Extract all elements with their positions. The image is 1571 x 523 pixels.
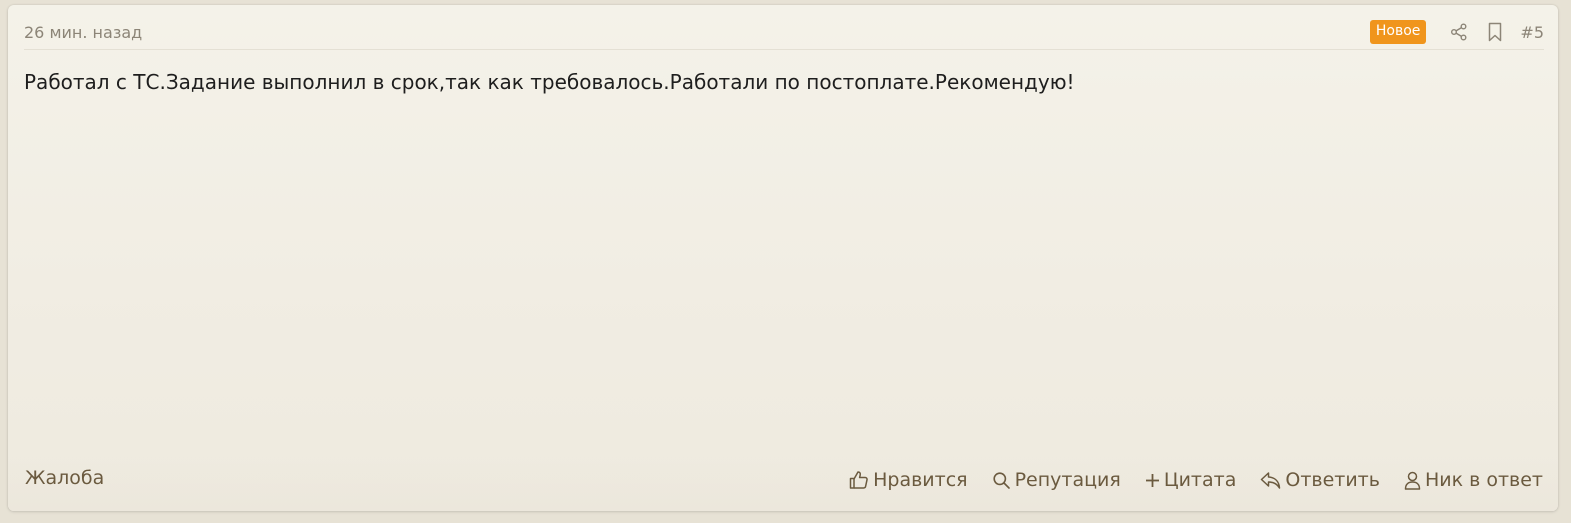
mention-nick-button[interactable]: Ник в ответ xyxy=(1404,469,1543,491)
forum-post: 26 мин. назад Новое #5 Работал с ТС.Зада… xyxy=(8,5,1558,511)
bookmark-icon[interactable] xyxy=(1484,21,1506,43)
reply-icon xyxy=(1260,471,1281,490)
search-icon xyxy=(992,471,1011,490)
thumbs-up-icon xyxy=(849,470,869,490)
reputation-button[interactable]: Репутация xyxy=(992,469,1121,491)
user-icon xyxy=(1404,471,1421,490)
plus-icon xyxy=(1145,473,1160,488)
post-body: Работал с ТС.Задание выполнил в срок,так… xyxy=(24,70,1075,94)
like-button[interactable]: Нравится xyxy=(849,469,968,491)
post-number-link[interactable]: #5 xyxy=(1520,23,1544,42)
quote-button[interactable]: Цитата xyxy=(1145,469,1237,491)
quote-label: Цитата xyxy=(1163,469,1237,491)
like-label: Нравится xyxy=(873,469,968,491)
reply-button[interactable]: Ответить xyxy=(1260,469,1380,491)
page-frame: 26 мин. назад Новое #5 Работал с ТС.Зада… xyxy=(0,0,1571,523)
post-timestamp[interactable]: 26 мин. назад xyxy=(24,23,142,42)
post-header-actions: Новое #5 xyxy=(1369,19,1544,45)
mention-nick-label: Ник в ответ xyxy=(1424,469,1543,491)
reply-label: Ответить xyxy=(1285,469,1380,491)
share-icon[interactable] xyxy=(1448,21,1470,43)
new-badge: Новое xyxy=(1369,20,1427,44)
post-actions: Нравится Репутация Цитата Ответить Ник в… xyxy=(825,469,1543,491)
reputation-label: Репутация xyxy=(1014,469,1121,491)
post-header: 26 мин. назад Новое #5 xyxy=(24,17,1544,50)
report-link[interactable]: Жалоба xyxy=(25,467,104,489)
